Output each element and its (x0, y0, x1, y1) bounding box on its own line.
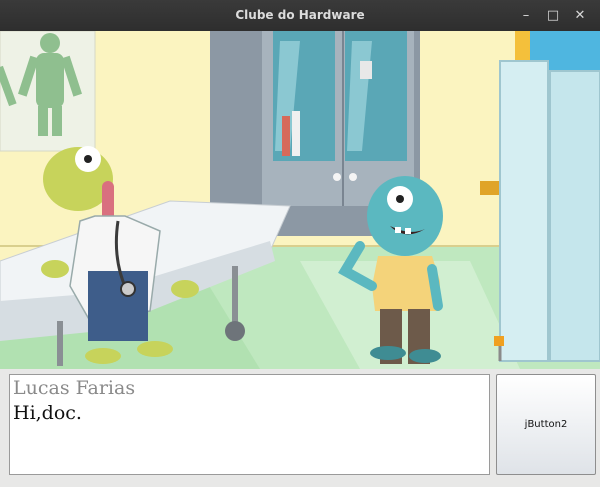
window-title: Clube do Hardware (235, 8, 365, 22)
dialog-text: Hi,doc. (13, 402, 82, 424)
speaker-name: Lucas Farias (13, 377, 136, 399)
maximize-button[interactable]: □ (543, 6, 563, 26)
close-button[interactable]: ✕ (570, 6, 590, 26)
title-bar[interactable]: Clube do Hardware – □ ✕ (0, 0, 600, 31)
scene-image (0, 31, 600, 369)
app-window: Clube do Hardware – □ ✕ Lucas Farias Hi,… (0, 0, 600, 487)
dialog-box: Lucas Farias Hi,doc. (9, 374, 490, 475)
jbutton2-button[interactable]: jButton2 (496, 374, 596, 475)
clinic-illustration (0, 31, 600, 369)
minimize-button[interactable]: – (516, 6, 536, 26)
